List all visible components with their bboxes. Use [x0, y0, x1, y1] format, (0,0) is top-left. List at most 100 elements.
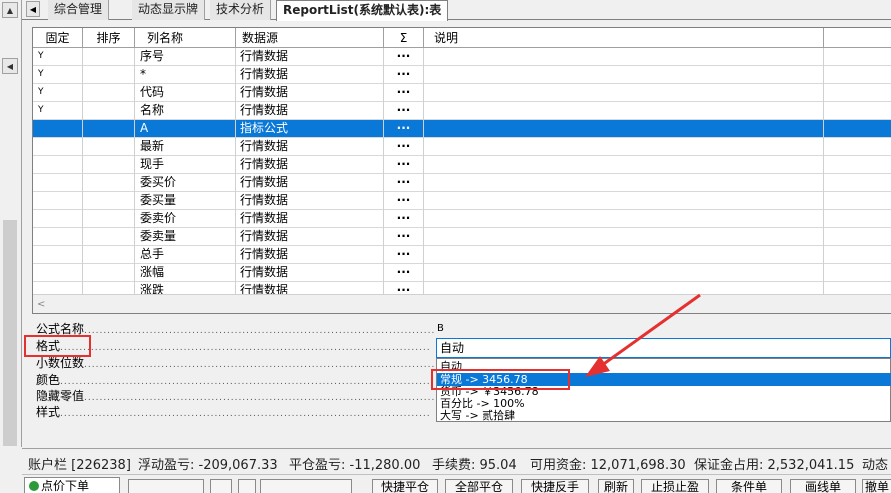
cell-sum-button[interactable]: ···	[384, 84, 424, 102]
table-row[interactable]: Y 名称 行情数据 ···	[33, 102, 891, 120]
cell-description	[424, 138, 824, 156]
table-row[interactable]: Y 序号 行情数据 ···	[33, 48, 891, 66]
left-sidebar-strip: ▲ ◀	[0, 0, 22, 447]
cell-fixed: Y	[33, 84, 83, 102]
column-config-grid: 固定 排序 列名称 数据源 Σ 说明 Y 序号 行情数据 ··· Y * 行情数据 ··· Y 代…	[32, 27, 891, 314]
cell-sum-button[interactable]: ···	[384, 264, 424, 282]
table-row[interactable]: 委买价 行情数据 ···	[33, 174, 891, 192]
account-label: 账户栏 [226238]	[28, 458, 131, 473]
table-row[interactable]: 委卖价 行情数据 ···	[33, 210, 891, 228]
tab-general-manage[interactable]: 综合管理	[48, 0, 110, 20]
format-combo[interactable]: 自动	[436, 338, 891, 358]
order-tab[interactable]: 点价下单	[24, 477, 120, 493]
cell-column-name: *	[135, 66, 236, 84]
cell-fixed	[33, 174, 83, 192]
prop-color[interactable]: 颜色......................................…	[36, 372, 436, 388]
cell-column-name: 委买价	[135, 174, 236, 192]
cell-fixed	[33, 210, 83, 228]
cell-sum-button[interactable]: ···	[384, 174, 424, 192]
header-column-name[interactable]: 列名称	[135, 28, 236, 48]
cell-sum-button[interactable]: ···	[384, 102, 424, 120]
cell-data-source: 行情数据	[236, 66, 384, 84]
cell-fixed	[33, 228, 83, 246]
cell-sum-button[interactable]: ···	[384, 120, 424, 138]
cell-description	[424, 156, 824, 174]
grid-header: 固定 排序 列名称 数据源 Σ 说明	[33, 28, 891, 48]
cell-data-source: 行情数据	[236, 84, 384, 102]
format-dropdown-list: 自动 常规 -> 3456.78 货币 -> ￥3456.78 百分比 -> 1…	[436, 358, 891, 422]
cell-description	[424, 66, 824, 84]
stop-loss-button[interactable]: 止损止盈	[641, 479, 709, 493]
table-row[interactable]: Y * 行情数据 ···	[33, 66, 891, 84]
quick-reverse-button[interactable]: 快捷反手	[521, 479, 589, 493]
cell-fixed: Y	[33, 102, 83, 120]
cell-sort	[83, 156, 135, 174]
conditional-order-button[interactable]: 条件单	[716, 479, 782, 493]
scroll-left-icon[interactable]: ◀	[2, 58, 18, 74]
prop-formula-name-value[interactable]: B	[437, 321, 444, 337]
order-input-d[interactable]	[260, 479, 352, 493]
refresh-button[interactable]: 刷新	[598, 479, 634, 493]
header-sort[interactable]: 排序	[83, 28, 135, 48]
order-input-c[interactable]	[238, 479, 256, 493]
header-description[interactable]: 说明	[424, 28, 824, 48]
tab-dynamic-board[interactable]: 动态显示牌	[132, 0, 206, 20]
quick-close-button[interactable]: 快捷平仓	[372, 479, 438, 493]
tab-prev-icon[interactable]: ◀	[26, 1, 40, 17]
line-order-button[interactable]: 画线单	[790, 479, 856, 493]
prop-formula-name[interactable]: 公式名称....................................…	[36, 321, 436, 337]
prop-decimals[interactable]: 小数位数....................................…	[36, 355, 436, 371]
cell-column-name: 代码	[135, 84, 236, 102]
cell-sum-button[interactable]: ···	[384, 156, 424, 174]
tab-technical-analysis[interactable]: 技术分析	[210, 0, 272, 20]
cell-column-name: 最新	[135, 138, 236, 156]
cell-sort	[83, 264, 135, 282]
prop-style[interactable]: 样式......................................…	[36, 404, 436, 420]
cell-description	[424, 120, 824, 138]
cell-sum-button[interactable]: ···	[384, 228, 424, 246]
cell-description	[424, 228, 824, 246]
table-row[interactable]: 委卖量 行情数据 ···	[33, 228, 891, 246]
prop-hide-zero[interactable]: 隐藏零值....................................…	[36, 388, 436, 404]
cell-sum-button[interactable]: ···	[384, 192, 424, 210]
order-status-icon	[29, 481, 39, 491]
format-option-uppercase[interactable]: 大写 -> 贰拾肆	[437, 409, 891, 422]
table-row[interactable]: 总手 行情数据 ···	[33, 246, 891, 264]
prop-format[interactable]: 格式......................................…	[36, 338, 436, 354]
cancel-order-button[interactable]: 撤单	[862, 479, 891, 493]
header-fixed[interactable]: 固定	[33, 28, 83, 48]
cell-data-source: 行情数据	[236, 48, 384, 66]
account-status-bar: 账户栏 [226238] 浮动盈亏: -209,067.33 平仓盈亏: -11…	[22, 448, 891, 475]
table-row[interactable]: 涨幅 行情数据 ···	[33, 264, 891, 282]
cell-sort	[83, 138, 135, 156]
tab-reportlist[interactable]: ReportList(系统默认表):表	[276, 0, 449, 21]
table-row[interactable]: 委买量 行情数据 ···	[33, 192, 891, 210]
cell-sort	[83, 66, 135, 84]
dynamic-label: 动态	[862, 458, 889, 473]
cell-sum-button[interactable]: ···	[384, 66, 424, 84]
close-all-button[interactable]: 全部平仓	[445, 479, 513, 493]
cell-sum-button[interactable]: ···	[384, 138, 424, 156]
scroll-left-arrow-icon[interactable]: <	[37, 299, 45, 310]
table-row[interactable]: 最新 行情数据 ···	[33, 138, 891, 156]
header-data-source[interactable]: 数据源	[236, 28, 384, 48]
cell-description	[424, 102, 824, 120]
table-row[interactable]: 现手 行情数据 ···	[33, 156, 891, 174]
horizontal-scrollbar[interactable]: <	[33, 294, 891, 313]
cell-sum-button[interactable]: ···	[384, 246, 424, 264]
format-highlight-box	[24, 335, 91, 357]
cell-sum-button[interactable]: ···	[384, 48, 424, 66]
header-sum[interactable]: Σ	[384, 28, 424, 48]
order-input-a[interactable]	[128, 479, 204, 493]
order-input-b[interactable]	[210, 479, 232, 493]
cell-description	[424, 264, 824, 282]
cell-data-source: 行情数据	[236, 138, 384, 156]
cell-column-name: 委买量	[135, 192, 236, 210]
cell-sum-button[interactable]: ···	[384, 210, 424, 228]
table-row[interactable]: A 指标公式 ···	[33, 120, 891, 138]
close-pl: 平仓盈亏: -11,280.00	[289, 458, 421, 473]
table-row[interactable]: Y 代码 行情数据 ···	[33, 84, 891, 102]
fee: 手续费: 95.04	[432, 458, 517, 473]
vertical-scrollbar-thumb[interactable]	[3, 220, 17, 446]
scroll-up-icon[interactable]: ▲	[2, 2, 18, 18]
